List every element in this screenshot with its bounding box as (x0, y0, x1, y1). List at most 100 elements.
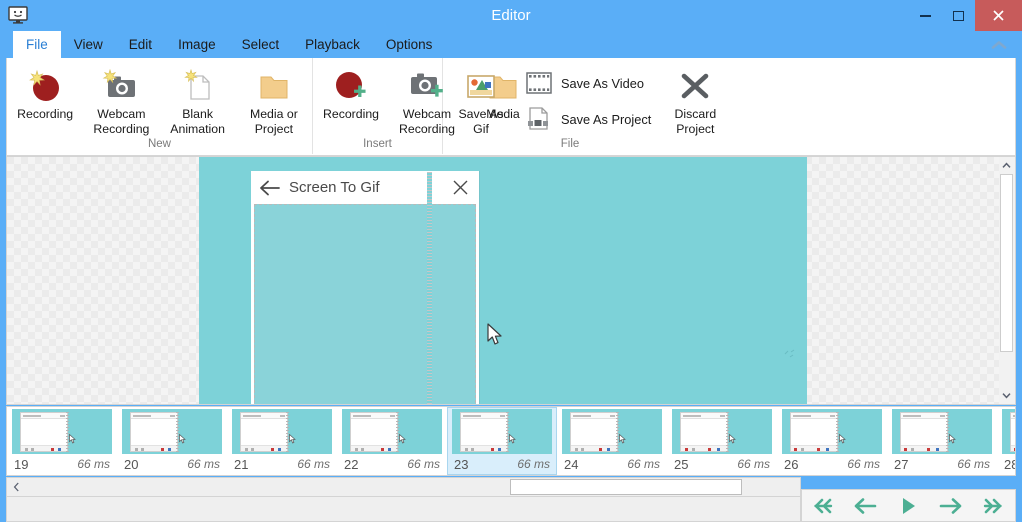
frame-delay: 66 ms (737, 457, 770, 471)
vertical-scroll-thumb[interactable] (1000, 174, 1013, 352)
x-cross-icon (677, 67, 713, 105)
arrow-left-icon (854, 497, 877, 514)
frame-meta: 20 66 ms (122, 454, 222, 474)
webcam-new-icon (101, 67, 141, 105)
frame-item-selected[interactable]: 23 66 ms (447, 407, 557, 475)
frame-item[interactable]: 20 66 ms (117, 407, 227, 475)
frame-item[interactable]: 21 66 ms (227, 407, 337, 475)
record-circle-new-icon (27, 67, 63, 105)
frame-number: 25 (674, 456, 689, 472)
discard-project-button[interactable]: Discard Project (657, 62, 733, 137)
frame-number: 22 (344, 456, 359, 472)
arrow-right-icon (939, 497, 962, 514)
play-button[interactable] (891, 493, 925, 519)
minimize-button[interactable] (909, 0, 942, 31)
record-circle-add-icon (331, 67, 371, 105)
editor-canvas[interactable]: Screen To Gif (6, 156, 1016, 405)
collapse-ribbon-button[interactable] (988, 35, 1010, 55)
save-as-video-label: Save As Video (561, 75, 645, 91)
timeline-horizontal-scrollbar[interactable] (6, 477, 801, 497)
frame-item-partial[interactable]: 28 66 ms (997, 407, 1015, 475)
maximize-icon (953, 10, 964, 21)
frame-meta: 21 66 ms (232, 454, 332, 474)
new-media-or-project-button[interactable]: Media or Project (236, 62, 312, 137)
previous-frame-button[interactable] (849, 493, 883, 519)
film-strip-icon (523, 68, 555, 98)
close-x-icon (452, 179, 469, 196)
scroll-up-button[interactable] (999, 157, 1014, 174)
double-arrow-right-icon (983, 498, 1002, 513)
tab-list: File View Edit Image Select Playback Opt… (13, 31, 445, 58)
tab-playback[interactable]: Playback (292, 31, 373, 58)
blank-page-new-icon (180, 67, 216, 105)
frame-item[interactable]: 19 66 ms (7, 407, 117, 475)
frame-delay: 66 ms (627, 457, 660, 471)
scroll-left-button[interactable] (7, 478, 25, 496)
save-as-project-label: Save As Project (561, 111, 652, 127)
thumbnail-mini-window (240, 412, 288, 452)
new-recording-label: Recording (17, 107, 74, 121)
frame-item[interactable]: 26 66 ms (777, 407, 887, 475)
tab-options[interactable]: Options (373, 31, 446, 58)
ribbon-group-insert-label: Insert (363, 138, 392, 150)
tab-file[interactable]: File (13, 31, 61, 58)
chevron-up-icon (1002, 162, 1011, 168)
new-webcam-recording-button[interactable]: Webcam Recording (83, 62, 159, 137)
frame-meta: 22 66 ms (342, 454, 442, 474)
tab-image[interactable]: Image (165, 31, 229, 58)
thumbnail-mini-window (570, 412, 618, 452)
captured-window-body (254, 204, 476, 404)
frame-thumbnail (342, 409, 442, 454)
tab-edit[interactable]: Edit (116, 31, 165, 58)
save-as-video-button[interactable]: Save As Video (519, 65, 657, 101)
chevron-left-icon (13, 482, 19, 492)
frame-timeline[interactable]: 19 66 ms 20 66 ms 21 66 ms 22 66 ms 23 6… (6, 406, 1016, 476)
frame-meta: 25 66 ms (672, 454, 772, 474)
double-arrow-left-icon (814, 498, 833, 513)
frame-item[interactable]: 24 66 ms (557, 407, 667, 475)
back-arrow-icon (259, 178, 281, 198)
scroll-down-button[interactable] (999, 387, 1014, 404)
next-frame-button[interactable] (934, 493, 968, 519)
last-frame-button[interactable] (977, 493, 1011, 519)
ribbon-tab-strip: File View Edit Image Select Playback Opt… (0, 31, 1022, 58)
frame-meta: 27 66 ms (892, 454, 992, 474)
horizontal-scroll-thumb[interactable] (510, 479, 742, 495)
frame-meta: 24 66 ms (562, 454, 662, 474)
frame-item[interactable]: 25 66 ms (667, 407, 777, 475)
tab-view[interactable]: View (61, 31, 116, 58)
window-title: Editor (491, 7, 531, 24)
frame-thumbnail (12, 409, 112, 454)
canvas-vertical-scrollbar[interactable] (999, 156, 1016, 405)
first-frame-button[interactable] (806, 493, 840, 519)
thumbnail-mini-window (790, 412, 838, 452)
frame-meta: 19 66 ms (12, 454, 112, 474)
insert-recording-button[interactable]: Recording (313, 62, 389, 122)
frame-item[interactable]: 22 66 ms (337, 407, 447, 475)
frame-thumbnail (562, 409, 662, 454)
frame-meta: 26 66 ms (782, 454, 882, 474)
save-as-gif-button[interactable]: Save As Gif (443, 62, 519, 137)
frame-number: 26 (784, 456, 799, 472)
frame-thumbnail (892, 409, 992, 454)
save-as-project-button[interactable]: Save As Project (519, 101, 657, 137)
frame-delay: 66 ms (407, 457, 440, 471)
new-blank-animation-button[interactable]: Blank Animation (160, 62, 236, 137)
frame-delay: 66 ms (77, 457, 110, 471)
playback-controls (801, 489, 1016, 522)
new-recording-button[interactable]: Recording (7, 62, 83, 122)
ribbon-toolbar: Recording Webcam Recording Blank Animati… (6, 58, 1016, 156)
frame-number: 23 (454, 456, 469, 472)
maximize-button[interactable] (942, 0, 975, 31)
close-button[interactable] (975, 0, 1022, 31)
save-as-gif-label: Save As Gif (458, 107, 504, 136)
frame-item[interactable]: 27 66 ms (887, 407, 997, 475)
tab-select[interactable]: Select (229, 31, 293, 58)
captured-window-title: Screen To Gif (289, 179, 380, 196)
captured-screen-to-gif-window: Screen To Gif (251, 171, 479, 404)
ribbon-group-new-label: New (147, 138, 171, 150)
frame-number: 21 (234, 456, 249, 472)
frame-delay: 66 ms (187, 457, 220, 471)
window-controls (909, 0, 1022, 31)
new-webcam-recording-label: Webcam Recording (93, 107, 150, 136)
